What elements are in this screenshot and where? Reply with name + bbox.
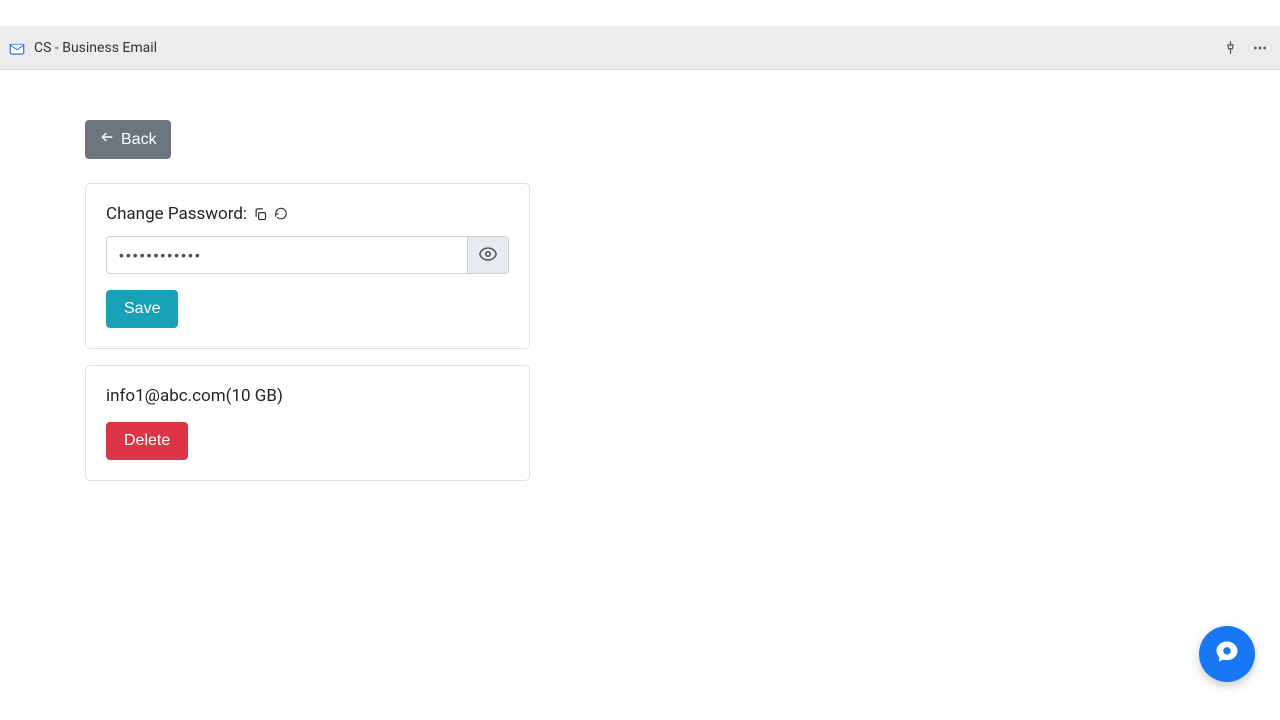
eye-icon xyxy=(479,245,497,266)
pin-icon[interactable] xyxy=(1223,40,1238,55)
topbar-right xyxy=(1223,40,1272,56)
topbar-title: CS - Business Email xyxy=(34,40,157,56)
toggle-visibility-button[interactable] xyxy=(467,236,509,274)
chat-fab[interactable] xyxy=(1199,626,1255,682)
refresh-icon[interactable] xyxy=(274,207,288,221)
topbar: CS - Business Email xyxy=(0,26,1280,70)
back-button[interactable]: Back xyxy=(85,120,171,159)
change-password-card: Change Password: xyxy=(85,183,530,349)
password-label: Change Password: xyxy=(106,204,247,224)
account-card: info1@abc.com(10 GB) Delete xyxy=(85,365,530,481)
save-button[interactable]: Save xyxy=(106,290,178,328)
mail-app-icon xyxy=(8,39,26,57)
topbar-spacer xyxy=(0,0,1280,26)
chat-icon xyxy=(1213,638,1241,670)
password-input[interactable] xyxy=(106,236,467,274)
more-icon[interactable] xyxy=(1252,40,1268,56)
arrow-left-icon xyxy=(99,130,115,149)
back-button-label: Back xyxy=(121,131,157,149)
account-email: info1@abc.com xyxy=(106,386,226,406)
content-area: Back Change Password: xyxy=(0,70,1280,481)
password-label-row: Change Password: xyxy=(106,204,509,224)
password-input-group xyxy=(106,236,509,274)
copy-icon[interactable] xyxy=(253,207,268,222)
account-size: (10 GB) xyxy=(226,386,283,406)
delete-button[interactable]: Delete xyxy=(106,422,188,460)
account-info-line: info1@abc.com(10 GB) xyxy=(106,386,509,406)
topbar-left: CS - Business Email xyxy=(8,39,1223,57)
